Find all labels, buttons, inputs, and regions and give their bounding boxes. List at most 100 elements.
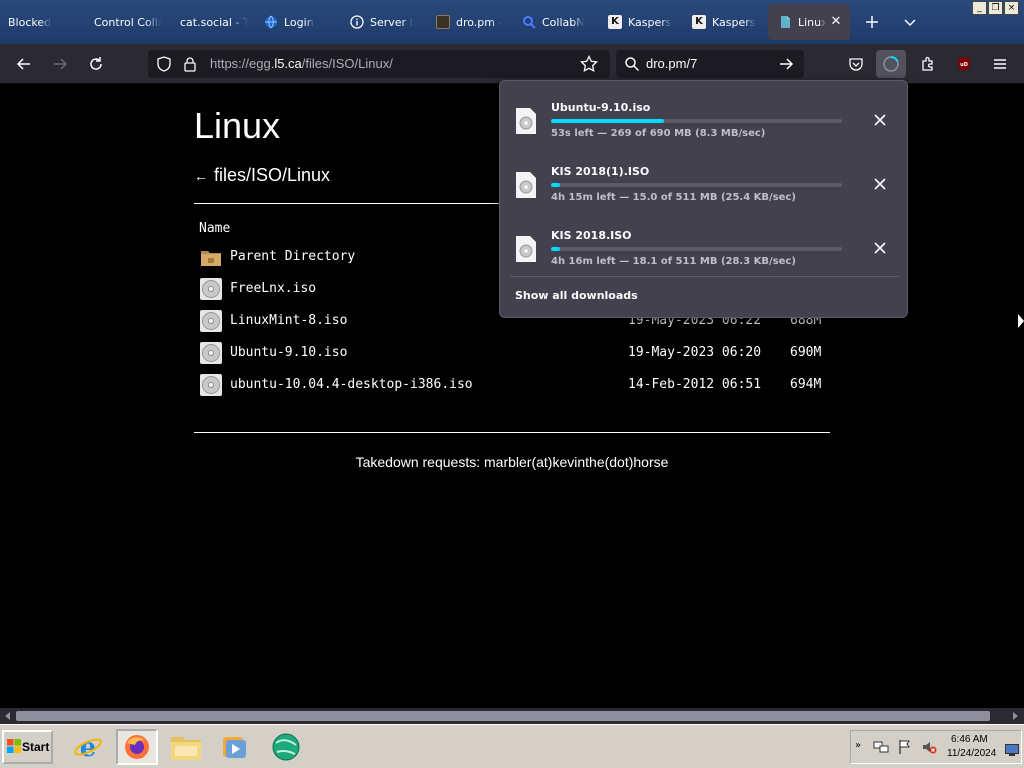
download-progress-fill bbox=[551, 247, 560, 251]
file-date: 14-Feb-2012 06:51 bbox=[628, 377, 762, 392]
tab-dro-pm[interactable]: dro.pm - bbox=[436, 4, 508, 40]
file-name-link[interactable]: LinuxMint-8.iso bbox=[230, 313, 347, 328]
tab-close-icon[interactable]: ✕ bbox=[830, 15, 842, 28]
ublock-button[interactable]: uD bbox=[952, 52, 976, 76]
column-header-name[interactable]: Name bbox=[199, 221, 230, 236]
reload-button[interactable] bbox=[84, 52, 108, 76]
scrollbar-thumb[interactable] bbox=[16, 711, 990, 721]
tab-login[interactable]: Login bbox=[264, 4, 340, 40]
restore-button[interactable]: ❐ bbox=[988, 1, 1003, 15]
tab-label: Linux bbox=[798, 15, 826, 29]
file-name-link[interactable]: Parent Directory bbox=[230, 249, 355, 264]
action-center-flag-icon[interactable] bbox=[897, 739, 913, 759]
url-text[interactable]: https://egg.l5.ca/files/ISO/Linux/ bbox=[210, 56, 393, 71]
show-desktop-icon[interactable] bbox=[1005, 741, 1019, 760]
breadcrumb[interactable]: ← files/ISO/Linux bbox=[194, 165, 330, 186]
list-tabs-button[interactable] bbox=[898, 10, 922, 34]
tab-label: dro.pm - bbox=[456, 15, 503, 29]
bookmark-star-icon[interactable] bbox=[580, 54, 598, 77]
tab-label: Control Colla bbox=[94, 15, 162, 29]
shield-icon[interactable] bbox=[156, 56, 172, 76]
scroll-right-icon[interactable] bbox=[1013, 712, 1018, 720]
file-explorer-icon[interactable] bbox=[168, 729, 204, 765]
url-path: /files/ISO/Linux/ bbox=[301, 56, 393, 71]
hamburger-menu-icon bbox=[994, 59, 1006, 69]
footer-divider bbox=[194, 432, 830, 433]
tab-cat-social[interactable]: cat.social - T bbox=[176, 4, 248, 40]
table-row[interactable]: Ubuntu-9.10.iso 19-May-2023 06:20 690M bbox=[199, 341, 829, 367]
file-date: 19-May-2023 06:20 bbox=[628, 345, 762, 360]
tab-blocked[interactable]: Blocked bbox=[4, 4, 84, 40]
pocket-button[interactable] bbox=[844, 52, 868, 76]
file-name-link[interactable]: FreeLnx.iso bbox=[230, 281, 316, 296]
show-all-downloads-button[interactable]: Show all downloads bbox=[515, 289, 638, 302]
folder-icon bbox=[200, 246, 222, 268]
start-button[interactable]: Start bbox=[2, 730, 53, 764]
cancel-download-icon[interactable] bbox=[872, 240, 888, 256]
clock-time[interactable]: 6:46 AM bbox=[951, 734, 988, 745]
cancel-download-icon[interactable] bbox=[872, 112, 888, 128]
tab-kaspersky-1[interactable]: K Kaspers bbox=[608, 4, 680, 40]
disc-icon bbox=[200, 278, 222, 300]
system-tray: » 6:46 AM 11/24/2024 bbox=[850, 730, 1022, 764]
url-bar[interactable]: https://egg.l5.ca/files/ISO/Linux/ bbox=[148, 50, 610, 78]
search-bar[interactable]: dro.pm/7 bbox=[616, 50, 804, 78]
download-progress-bar bbox=[551, 247, 842, 251]
tab-label: Server I bbox=[370, 15, 413, 29]
kaspersky-icon: K bbox=[692, 15, 706, 29]
lock-icon[interactable] bbox=[182, 56, 198, 76]
back-arrow-icon bbox=[16, 58, 30, 70]
download-item[interactable]: Ubuntu-9.10.iso 53s left — 269 of 690 MB… bbox=[500, 85, 907, 149]
file-name-link[interactable]: ubuntu-10.04.4-desktop-i386.iso bbox=[230, 377, 473, 392]
tab-label: Blocked bbox=[8, 15, 52, 29]
new-tab-button[interactable] bbox=[860, 10, 884, 34]
tab-server[interactable]: Server I bbox=[350, 4, 422, 40]
table-row[interactable]: ubuntu-10.04.4-desktop-i386.iso 14-Feb-2… bbox=[199, 373, 829, 399]
globe-app-icon[interactable] bbox=[268, 729, 304, 765]
breadcrumb-path[interactable]: files/ISO/Linux bbox=[214, 165, 330, 185]
tab-linux[interactable]: Linux ✕ bbox=[768, 4, 850, 40]
extensions-button[interactable] bbox=[916, 52, 940, 76]
navigation-bar: https://egg.l5.ca/files/ISO/Linux/ dro.p… bbox=[0, 44, 1024, 84]
search-icon bbox=[522, 15, 536, 29]
tab-label: Kaspers bbox=[628, 15, 672, 29]
downloads-panel: Ubuntu-9.10.iso 53s left — 269 of 690 MB… bbox=[499, 80, 908, 318]
clock-date[interactable]: 11/24/2024 bbox=[947, 748, 996, 759]
downloads-button[interactable] bbox=[876, 50, 906, 78]
go-arrow-icon[interactable] bbox=[778, 56, 794, 76]
tab-label: CollabN bbox=[542, 15, 585, 29]
pocket-icon bbox=[849, 58, 863, 71]
tab-kaspersky-2[interactable]: K Kaspers bbox=[692, 4, 764, 40]
tab-collabn[interactable]: CollabN bbox=[522, 4, 594, 40]
expand-tray-icon[interactable]: » bbox=[855, 740, 861, 751]
windows-logo-icon bbox=[6, 738, 22, 757]
network-icon[interactable] bbox=[873, 739, 889, 759]
file-name-link[interactable]: Ubuntu-9.10.iso bbox=[230, 345, 347, 360]
ublock-icon: uD bbox=[958, 57, 970, 71]
disc-file-icon bbox=[515, 235, 537, 263]
search-input[interactable]: dro.pm/7 bbox=[646, 56, 697, 71]
reload-icon bbox=[90, 57, 102, 70]
cancel-download-icon[interactable] bbox=[872, 176, 888, 192]
download-progress-bar bbox=[551, 183, 842, 187]
back-button[interactable] bbox=[12, 52, 36, 76]
horizontal-scrollbar[interactable] bbox=[0, 708, 1024, 724]
close-window-button[interactable]: × bbox=[1004, 1, 1019, 15]
download-status: 4h 16m left — 18.1 of 511 MB (28.3 KB/se… bbox=[551, 256, 796, 267]
download-name: KIS 2018(1).ISO bbox=[551, 165, 650, 178]
download-item[interactable]: KIS 2018.ISO 4h 16m left — 18.1 of 511 M… bbox=[500, 213, 907, 277]
volume-muted-icon[interactable] bbox=[921, 739, 937, 759]
internet-explorer-icon[interactable]: e bbox=[70, 729, 106, 765]
disc-file-icon bbox=[515, 171, 537, 199]
forward-button[interactable] bbox=[48, 52, 72, 76]
media-player-icon[interactable] bbox=[216, 729, 252, 765]
tab-control-collab[interactable]: Control Colla bbox=[90, 4, 162, 40]
svg-text:uD: uD bbox=[960, 62, 968, 68]
firefox-icon[interactable] bbox=[116, 729, 158, 765]
globe-icon bbox=[264, 15, 278, 29]
download-item[interactable]: KIS 2018(1).ISO 4h 15m left — 15.0 of 51… bbox=[500, 149, 907, 213]
scroll-left-icon[interactable] bbox=[5, 712, 10, 720]
minimize-button[interactable]: _ bbox=[972, 1, 987, 15]
download-progress-bar bbox=[551, 119, 842, 123]
menu-button[interactable] bbox=[988, 52, 1012, 76]
